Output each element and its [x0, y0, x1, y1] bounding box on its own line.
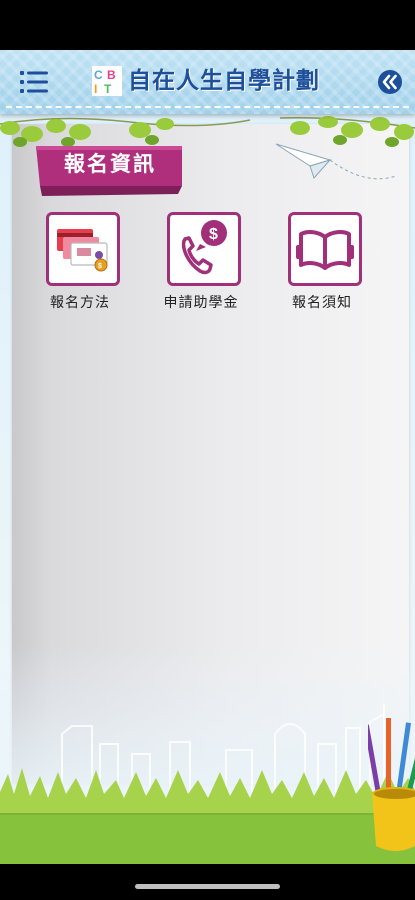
app-header: C B I T 自在人生自學計劃: [0, 50, 415, 114]
svg-text:T: T: [104, 82, 112, 96]
tile-label: 報名方法: [50, 295, 110, 311]
main-area: 報名資訊 $ 報名方法 $ 申請助學金 報名須知: [0, 114, 415, 864]
tile-icon-frame: $: [167, 212, 241, 286]
app-logo: C B I T: [92, 66, 122, 96]
collapse-button[interactable]: [377, 69, 403, 95]
svg-text:I: I: [94, 82, 97, 96]
svg-text:$: $: [209, 226, 218, 243]
home-indicator[interactable]: [135, 884, 280, 889]
tile-registration-notes[interactable]: 報名須知: [269, 212, 379, 322]
section-title: 報名資訊: [64, 152, 156, 176]
grass-decoration: [0, 768, 415, 864]
svg-text:C: C: [94, 68, 103, 82]
paper-plane-decoration: [275, 143, 397, 180]
tile-label: 報名須知: [292, 295, 352, 311]
tile-registration-method[interactable]: $ 報名方法: [27, 212, 137, 322]
phone-dollar-icon: $: [181, 220, 227, 275]
tile-apply-grant[interactable]: $ 申請助學金: [148, 212, 258, 322]
app-title: 自在人生自學計劃: [128, 67, 320, 94]
double-chevron-left-icon: [378, 70, 402, 94]
pencil-cup-decoration: [368, 718, 415, 851]
tile-icon-frame: $: [46, 212, 120, 286]
system-nav-bar: [0, 864, 415, 900]
open-book-icon: [296, 230, 354, 270]
svg-text:B: B: [107, 68, 116, 82]
menu-button[interactable]: [18, 68, 50, 96]
svg-text:$: $: [98, 263, 102, 270]
menu-list-icon: [20, 71, 48, 93]
tile-label: 申請助學金: [163, 295, 239, 311]
status-bar: [0, 0, 415, 50]
tile-icon-frame: [288, 212, 362, 286]
payment-cards-icon: $: [57, 229, 108, 272]
